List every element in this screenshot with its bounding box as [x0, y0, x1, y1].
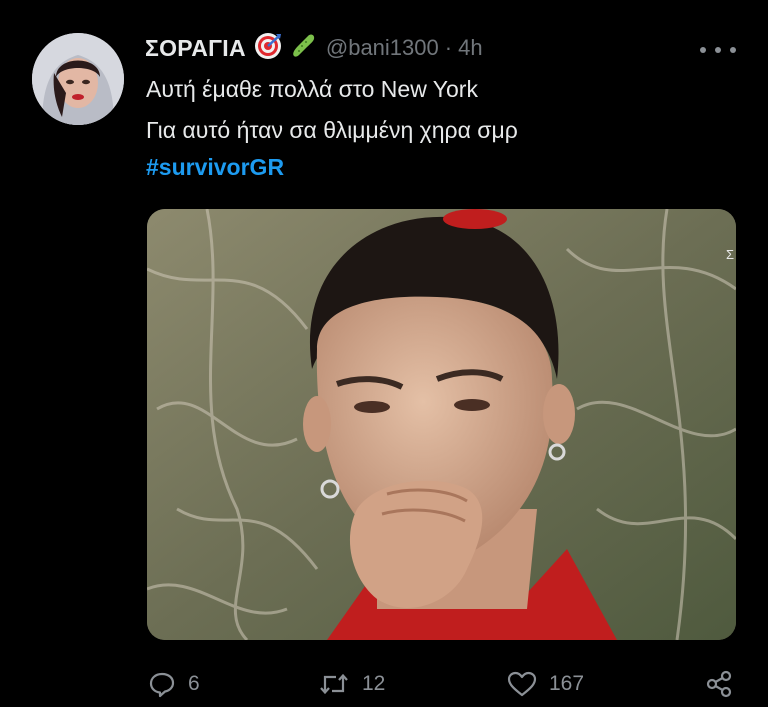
target-emoji-icon — [254, 32, 282, 65]
media-corner-mark: Σ — [725, 247, 734, 262]
tweet-text-line-2: Για αυτό ήταν σα θλιμμένη χηρα σμρ — [146, 117, 518, 143]
author-name[interactable]: ΣΟΡΑΓΙΑ — [145, 35, 246, 62]
tweet-text-line-1: Αυτή έμαθε πολλά στο New York — [146, 76, 478, 102]
tweet-media-image[interactable]: Σ — [147, 209, 736, 640]
share-icon — [705, 670, 733, 698]
reply-icon — [148, 670, 176, 698]
cucumber-emoji-icon — [290, 32, 316, 65]
more-horizontal-icon[interactable] — [700, 40, 736, 60]
author-handle[interactable]: @bani1300 — [326, 35, 439, 61]
retweet-button[interactable]: 12 — [318, 662, 385, 706]
retweet-count: 12 — [362, 672, 386, 695]
tweet-header: ΣΟΡΑΓΙΑ @bani1300 · 4h — [145, 30, 483, 66]
media-photo — [147, 209, 736, 640]
like-count: 167 — [549, 672, 585, 695]
avatar[interactable] — [32, 33, 124, 125]
reply-button[interactable]: 6 — [148, 662, 200, 706]
share-button[interactable] — [705, 662, 733, 706]
hashtag-link[interactable]: #survivorGR — [146, 154, 284, 181]
like-button[interactable]: 167 — [507, 662, 584, 706]
tweet-actions: 6 12 167 — [0, 662, 768, 706]
reply-count: 6 — [188, 672, 200, 695]
retweet-icon — [318, 670, 350, 698]
tweet-time[interactable]: 4h — [458, 35, 482, 61]
heart-icon — [507, 670, 537, 698]
header-separator: · — [444, 35, 453, 60]
avatar-image — [32, 33, 124, 125]
